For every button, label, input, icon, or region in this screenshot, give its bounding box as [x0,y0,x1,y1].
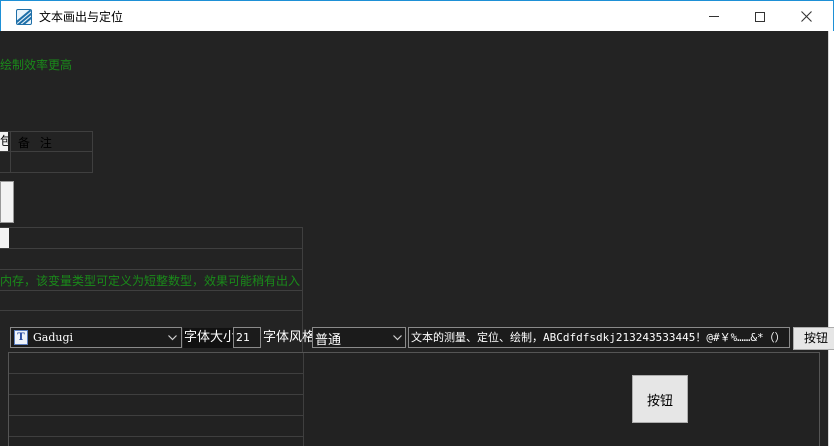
lower-panel [8,352,820,446]
minimize-button[interactable] [691,1,737,32]
font-icon: T [14,330,28,345]
grid-line [0,151,93,152]
font-size-label: 字体大小 [183,328,238,348]
sample-text-input[interactable]: 文本的测量、定位、绘制，ABCdfdfsdkj213243533445！@#￥%… [408,327,790,348]
maximize-icon [755,11,765,22]
canvas-text-line-1: 绘制效率更高 [0,58,73,72]
grid-line [10,131,11,173]
chevron-down-icon[interactable] [393,333,402,342]
cell-remnant [0,228,9,248]
window-edge [828,31,834,446]
window-title: 文本画出与定位 [39,10,124,24]
grid-line [92,131,93,173]
font-style-value: 普通 [315,333,342,348]
minimize-icon [709,16,719,17]
grid-line [9,436,303,437]
cell-remnant [0,181,14,223]
grid-line [0,131,93,132]
table-header-cell: 包 [0,132,8,151]
grid-line [9,415,303,416]
maximize-button[interactable] [737,1,783,32]
grid-line [9,373,303,374]
grid-line [0,290,303,291]
grid-line [0,310,303,311]
font-select[interactable]: T Gadugi [10,327,182,348]
font-select-value: Gadugi [33,331,74,344]
grid-line [0,227,303,228]
title-bar: 文本画出与定位 [0,0,834,31]
grid-line [0,269,303,270]
close-button[interactable] [783,1,829,32]
grid-line [9,394,303,395]
table-header-remark: 备 注 [18,136,55,150]
font-size-input[interactable]: 21 [233,327,261,348]
grid-line [303,353,304,446]
main-button[interactable]: 按钮 [632,375,688,423]
app-icon [16,9,32,25]
grid-line [0,172,93,173]
font-style-select[interactable]: 普通 [312,327,406,348]
canvas-text-line-2: 内存，该变量类型可定义为短整数型，效果可能稍有出入 [0,274,301,288]
chevron-down-icon[interactable] [168,333,177,342]
grid-line [0,248,303,249]
toolbar-button[interactable]: 按钮 [793,327,834,350]
close-icon [800,11,812,22]
font-style-label: 字体风格 [263,330,316,345]
